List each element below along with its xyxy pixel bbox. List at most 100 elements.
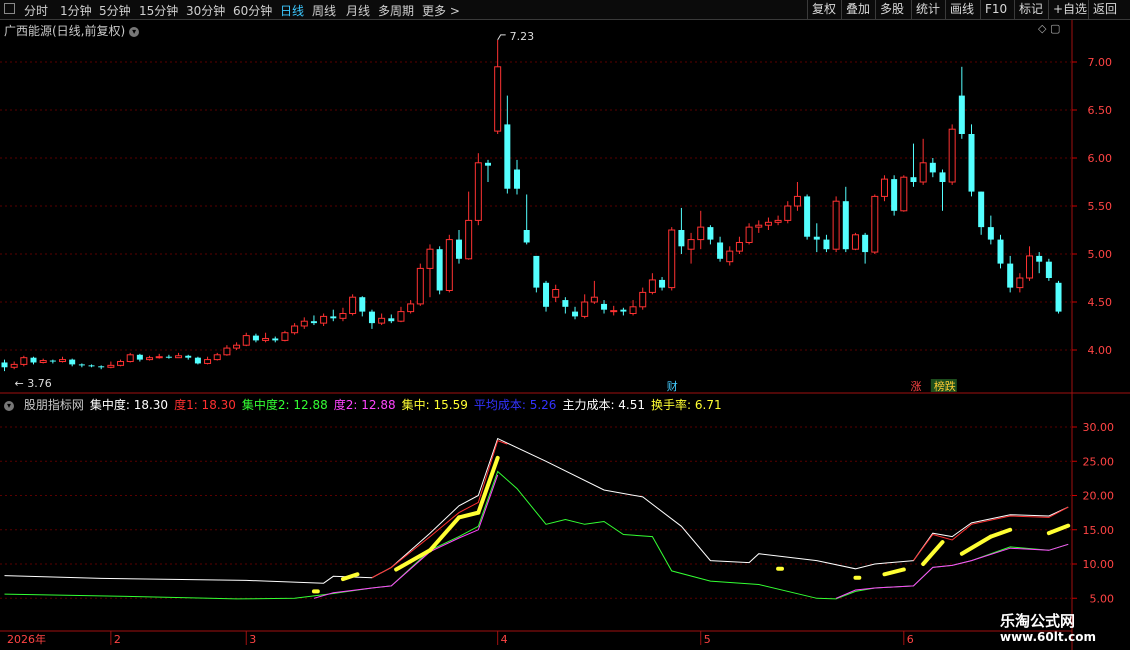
candle-body [880, 178, 888, 197]
candle-body [155, 356, 163, 359]
chart-corner-controls[interactable]: ◇ ▢ [1038, 22, 1060, 35]
indicator-value: 集中度2: 12.88 [241, 398, 328, 412]
concentration-highlight [427, 515, 461, 553]
x-tick-label: 2 [114, 633, 121, 646]
candle-body [117, 361, 125, 366]
candle-body [668, 229, 676, 289]
period-tab[interactable]: 周线 [312, 2, 336, 19]
period-tab[interactable]: 5分钟 [99, 2, 131, 19]
tool-button[interactable]: 多股 [875, 0, 908, 19]
indicator-value: 平均成本: 5.26 [473, 398, 557, 412]
candle-body [474, 162, 482, 221]
candle-body [10, 363, 18, 368]
x-tick-label: 2026年 [7, 632, 46, 646]
candle-body [39, 360, 47, 363]
candle-body [891, 179, 898, 211]
candle-body [755, 224, 763, 228]
y-tick-label: 5.50 [1088, 200, 1113, 213]
candle-body [30, 357, 37, 363]
tool-button[interactable]: F10 [980, 0, 1011, 19]
tool-button[interactable]: 复权 [807, 0, 840, 19]
candle-body [968, 134, 975, 192]
candle-body [726, 250, 734, 263]
candle-body [1036, 255, 1043, 262]
ranking-marker: 榜跌 [934, 379, 956, 393]
period-tab[interactable]: 多周期 [378, 2, 414, 19]
tool-button[interactable]: 叠加 [841, 0, 874, 19]
candle-body [300, 320, 308, 327]
candle-body [320, 315, 328, 324]
indicator-series-line [313, 474, 499, 599]
concentration-highlight [456, 510, 481, 520]
candle-body [987, 227, 994, 240]
period-tab[interactable]: 1分钟 [60, 2, 92, 19]
candle-body [610, 310, 618, 313]
candle-body [204, 359, 212, 364]
candle-body [813, 236, 820, 240]
indicator-value: 集中: 15.59 [401, 398, 468, 412]
candle-body [49, 360, 56, 362]
x-tick-label: 5 [704, 633, 711, 646]
tool-button[interactable]: 画线 [945, 0, 978, 19]
tool-button[interactable]: +自选 [1048, 0, 1091, 19]
concentration-highlight [394, 548, 432, 572]
limit-up-marker: 涨 [910, 380, 921, 393]
candle-body [697, 226, 705, 241]
candle-body [78, 364, 85, 366]
y-tick-label: 15.00 [1083, 524, 1115, 537]
period-tab[interactable]: 15分钟 [139, 2, 178, 19]
candle-body [620, 309, 627, 312]
candle-body [687, 239, 695, 250]
indicator-value: 换手率: 6.71 [651, 398, 722, 412]
candle-body [1055, 282, 1062, 312]
candle-body [494, 66, 502, 132]
tool-button[interactable]: 统计 [911, 0, 944, 19]
candle-body [939, 172, 946, 182]
concentration-highlight [340, 572, 360, 582]
tool-button[interactable]: 标记 [1014, 0, 1047, 19]
indicator-value: 度2: 12.88 [333, 398, 396, 412]
candle-body [629, 306, 637, 315]
price-chart: 7.006.506.005.505.004.504.0030.0025.0020… [0, 20, 1130, 650]
candle-body [678, 230, 685, 247]
y-tick-label: 25.00 [1083, 455, 1115, 468]
candle-body [233, 344, 241, 349]
candle-body [997, 239, 1004, 264]
tool-button[interactable]: 返回 [1088, 0, 1121, 19]
candle-body [126, 354, 134, 363]
candle-body [978, 191, 985, 228]
period-tab[interactable]: 日线 [280, 2, 304, 19]
indicator-series-line [4, 437, 1069, 584]
candle-body [533, 255, 540, 288]
candle-body [59, 359, 67, 363]
period-tab[interactable]: 分时 [24, 2, 48, 19]
candle-body [445, 239, 453, 291]
candle-body [165, 356, 172, 358]
candle-body [804, 196, 811, 237]
x-tick-label: 6 [907, 633, 914, 646]
chevron-down-icon[interactable]: ▾ [129, 26, 140, 37]
main-chart-title[interactable]: 广西能源(日线,前复权) ▾ [4, 22, 140, 39]
candle-body [146, 357, 154, 361]
window-restore-icon[interactable] [4, 3, 15, 14]
candle-body [465, 219, 473, 260]
candle-body [107, 364, 115, 368]
x-tick-label: 4 [501, 633, 508, 646]
y-tick-label: 20.00 [1083, 490, 1115, 503]
indicator-values: 集中度: 18.30 度1: 18.30 集中度2: 12.88 度2: 12.88 集… [90, 398, 728, 412]
candle-body [745, 226, 753, 243]
period-tab[interactable]: 30分钟 [186, 2, 225, 19]
candle-body [98, 366, 105, 368]
candle-body [330, 316, 337, 319]
period-tab[interactable]: 更多 > [422, 2, 460, 19]
period-tab[interactable]: 60分钟 [233, 2, 272, 19]
candle-body [919, 162, 927, 183]
candle-body [281, 332, 289, 341]
period-tab[interactable]: 月线 [346, 2, 370, 19]
candle-body [262, 337, 270, 341]
indicator-toggle-icon[interactable]: ▾ [4, 400, 14, 411]
candle-body [862, 234, 869, 253]
candle-body [185, 355, 192, 358]
candle-body [339, 313, 347, 319]
candle-body [659, 279, 666, 288]
